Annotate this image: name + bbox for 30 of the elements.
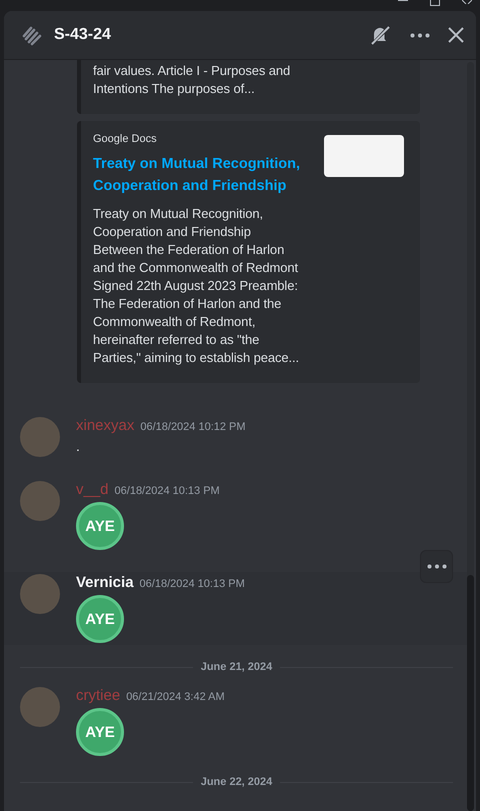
embed-description: fair values. Article I - Purposes and Intentions The purposes of... (93, 62, 292, 98)
scrollbar[interactable] (467, 62, 474, 811)
message-timestamp: 06/18/2024 10:12 PM (140, 421, 246, 433)
more-button[interactable] (410, 32, 430, 38)
message-options-button[interactable] (420, 550, 453, 583)
embed-title-link[interactable]: Treaty on Mutual Recognition, Cooperation and Friendship (93, 153, 312, 197)
username[interactable]: Vernicia (76, 574, 134, 591)
emoji-sticker: AYE (76, 708, 124, 756)
embed-provider: Google Docs (93, 133, 158, 145)
close-icon[interactable] (462, 0, 472, 4)
message-timestamp: 06/18/2024 10:13 PM (140, 578, 245, 590)
embed-description: Treaty on Mutual Recognition, Cooperation and Friendship Between the Federation of Harlon and the Commonwealth of Redmont Signed 22th August 2023 Preamble: The Federation of Harlon and the Commonwealth of Redmont, hereinafter referred to as "the Parties," aiming to establish peace... (93, 205, 300, 367)
message-timestamp: 06/18/2024 10:13 PM (114, 485, 220, 497)
close-button[interactable] (448, 27, 464, 43)
document-thumbnail[interactable] (324, 135, 404, 177)
username[interactable]: v__d (76, 481, 109, 498)
emoji-sticker: AYE (76, 502, 124, 550)
more-icon (410, 32, 430, 38)
close-icon (448, 27, 464, 43)
more-icon (426, 564, 446, 569)
username[interactable]: crytiee (76, 687, 120, 704)
date-divider: June 21, 2024 (200, 661, 272, 673)
thread-title: S-43-24 (54, 26, 112, 44)
message-timestamp: 06/21/2024 3:42 AM (126, 691, 225, 703)
message-text: . (76, 438, 81, 454)
emoji-sticker: AYE (76, 595, 124, 643)
date-divider: June 22, 2024 (200, 776, 272, 788)
maximize-icon[interactable] (430, 0, 440, 6)
username[interactable]: xinexyax (76, 417, 134, 434)
minimize-icon[interactable] (398, 0, 408, 2)
